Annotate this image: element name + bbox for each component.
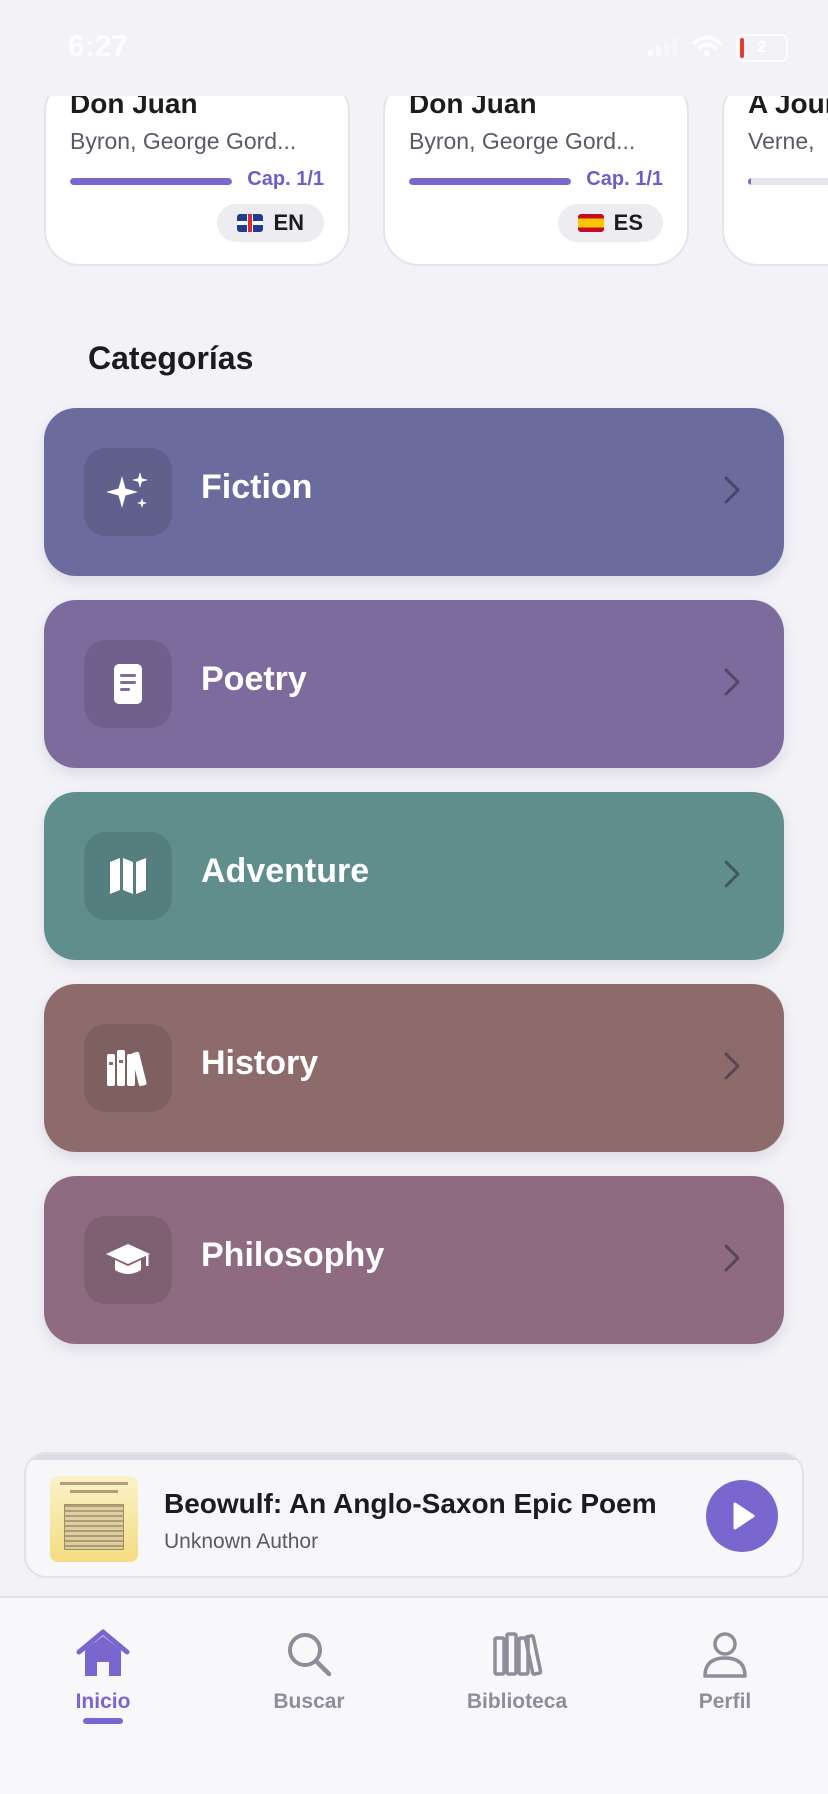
status-time: 6:27 xyxy=(68,30,129,63)
chevron-right-icon xyxy=(722,662,742,707)
uk-flag-icon xyxy=(237,214,264,232)
book-title: A Jour xyxy=(748,96,828,119)
category-label: Adventure xyxy=(201,852,370,890)
chevron-right-icon xyxy=(722,854,742,899)
chevron-right-icon xyxy=(722,1046,742,1091)
category-label: Poetry xyxy=(201,660,307,698)
wifi-icon xyxy=(692,35,722,62)
tab-bar: Inicio Buscar Biblioteca Perfil xyxy=(0,1596,828,1794)
home-icon xyxy=(76,1629,130,1676)
book-author: Byron, George Gord... xyxy=(70,128,297,154)
books-icon xyxy=(493,1632,543,1676)
language-code: EN xyxy=(273,210,304,235)
now-playing-author: Unknown Author xyxy=(164,1530,319,1553)
spain-flag-icon xyxy=(577,214,604,232)
category-label: History xyxy=(201,1044,319,1082)
play-button[interactable] xyxy=(706,1480,778,1552)
reading-progress-bar xyxy=(748,178,828,185)
continue-reading-row[interactable]: Don Juan Byron, George Gord... Cap. 1/1 … xyxy=(0,96,828,276)
sparkles-icon xyxy=(84,448,172,536)
status-icons: 2 xyxy=(648,34,788,62)
tab-label: Biblioteca xyxy=(466,1690,568,1713)
tab-buscar[interactable]: Buscar xyxy=(224,1628,394,1714)
category-adventure[interactable]: Adventure xyxy=(44,792,784,960)
battery-icon: 2 xyxy=(736,34,788,62)
person-icon xyxy=(703,1632,747,1678)
book-card[interactable]: Don Juan Byron, George Gord... Cap. 1/1 … xyxy=(44,96,350,266)
book-card[interactable]: Don Juan Byron, George Gord... Cap. 1/1 … xyxy=(383,96,689,266)
tab-inicio[interactable]: Inicio xyxy=(18,1628,188,1724)
signal-icon xyxy=(648,36,678,61)
category-label: Fiction xyxy=(201,468,313,506)
play-icon xyxy=(733,1502,755,1530)
reading-progress-bar xyxy=(70,178,232,185)
now-playing-title: Beowulf: An Anglo-Saxon Epic Poem xyxy=(164,1488,657,1519)
active-tab-indicator xyxy=(83,1718,123,1724)
language-code: ES xyxy=(613,210,643,235)
mini-player[interactable]: Beowulf: An Anglo-Saxon Epic Poem Unknow… xyxy=(24,1452,804,1578)
language-badge: ES xyxy=(557,204,663,242)
tab-biblioteca[interactable]: Biblioteca xyxy=(432,1628,602,1714)
book-author: Byron, George Gord... xyxy=(409,128,636,154)
book-title: Don Juan xyxy=(70,96,198,119)
category-label: Philosophy xyxy=(201,1236,385,1274)
tab-perfil[interactable]: Perfil xyxy=(640,1628,810,1714)
map-icon xyxy=(84,832,172,920)
chapter-label: Cap. 1/1 xyxy=(247,168,324,190)
tab-label: Perfil xyxy=(698,1690,752,1713)
categories-heading: Categorías xyxy=(88,340,254,376)
chapter-label: Cap. 1/1 xyxy=(586,168,663,190)
book-card[interactable]: A Jour Verne, xyxy=(722,96,828,266)
book-cover-image xyxy=(50,1476,138,1562)
status-bar: 6:27 2 xyxy=(0,0,828,96)
book-title: Don Juan xyxy=(409,96,537,119)
tab-label: Inicio xyxy=(75,1690,131,1713)
category-fiction[interactable]: Fiction xyxy=(44,408,784,576)
reading-progress-bar xyxy=(409,178,571,185)
library-icon xyxy=(84,1024,172,1112)
category-philosophy[interactable]: Philosophy xyxy=(44,1176,784,1344)
graduation-cap-icon xyxy=(84,1216,172,1304)
document-icon xyxy=(84,640,172,728)
battery-level: 2 xyxy=(757,39,767,56)
chevron-right-icon xyxy=(722,1238,742,1283)
chevron-right-icon xyxy=(722,470,742,515)
category-poetry[interactable]: Poetry xyxy=(44,600,784,768)
tab-label: Buscar xyxy=(273,1690,345,1713)
search-icon xyxy=(288,1633,332,1677)
language-badge: EN xyxy=(217,204,324,242)
book-author: Verne, xyxy=(748,128,815,154)
category-history[interactable]: History xyxy=(44,984,784,1152)
